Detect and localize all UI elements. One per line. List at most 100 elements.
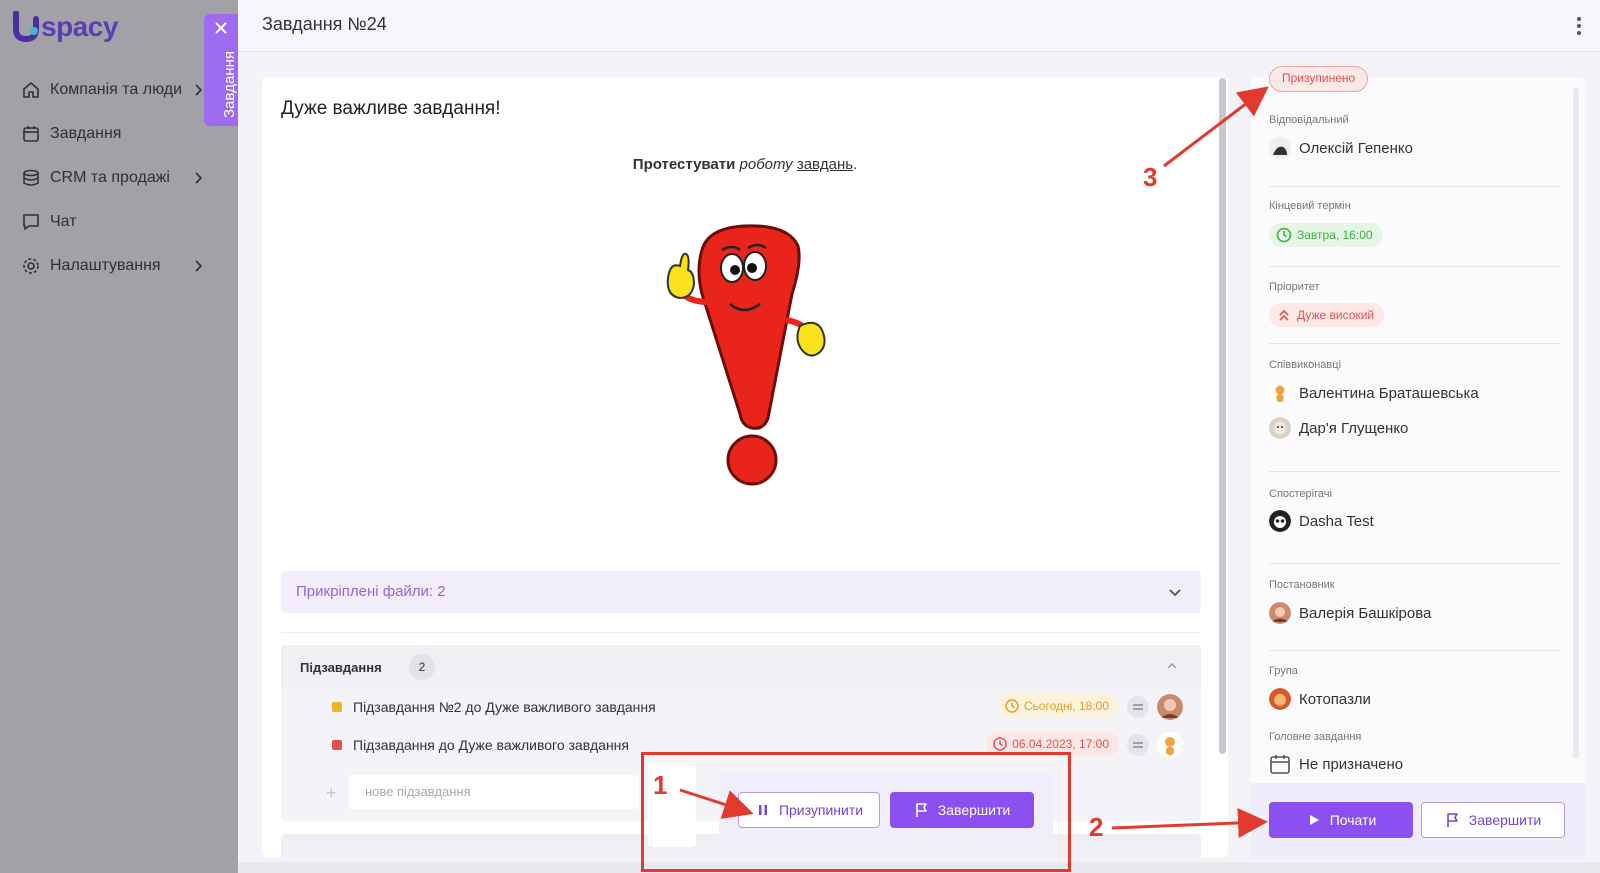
person-name: Dasha Test: [1299, 512, 1374, 530]
person-name: Олексій Гепенко: [1299, 139, 1413, 157]
subtask-due-text: Сьогодні, 18:00: [1023, 699, 1109, 713]
parent-task-item[interactable]: Не призначено: [1269, 752, 1403, 776]
chevron-right-icon: [195, 260, 203, 272]
priority-normal-icon: [1127, 734, 1149, 756]
gear-icon: [20, 255, 42, 277]
sidebar-item-label: CRM та продажі: [50, 169, 170, 186]
details-scrollbar[interactable]: [1573, 88, 1579, 758]
subtasks-label: Підзавдання: [300, 660, 382, 675]
avatar: [1269, 602, 1291, 624]
chevron-up-icon[interactable]: [1165, 659, 1179, 673]
home-icon: [20, 79, 42, 101]
logo-icon: [13, 11, 39, 43]
parent-task-label: Головне завдання: [1269, 731, 1362, 743]
assignee-avatar[interactable]: [1157, 694, 1183, 720]
parent-task-name: Не призначено: [1299, 755, 1404, 773]
sidebar-item-settings[interactable]: Налаштування: [0, 244, 238, 288]
sidebar-item-label: Чат: [50, 213, 77, 230]
start-button[interactable]: Почати: [1269, 802, 1413, 838]
avatar: [1269, 510, 1291, 532]
details-actions-footer: Почати Завершити: [1251, 783, 1585, 859]
sidebar-item-company[interactable]: Компанія та люди: [0, 68, 238, 112]
annotation-number-1: 1: [653, 770, 668, 800]
clock-icon: [1276, 227, 1292, 243]
chat-icon: [20, 211, 42, 233]
priority-text: Дуже високий: [1297, 308, 1375, 322]
sidebar-item-chat[interactable]: Чат: [0, 200, 238, 244]
finish-task-button[interactable]: Завершити: [1421, 802, 1565, 838]
logo-text: spacy: [41, 11, 118, 42]
sidebar-item-label: Компанія та люди: [50, 81, 183, 98]
avatar: [1269, 137, 1291, 159]
side-tab-label: Завдання: [221, 51, 238, 118]
priority-badge[interactable]: Дуже високий: [1269, 303, 1385, 327]
person-name: Дар'я Глущенко: [1299, 419, 1409, 437]
avatar: [1269, 382, 1291, 404]
priority-label: Пріоритет: [1269, 281, 1320, 293]
assignee-avatar[interactable]: [1157, 732, 1183, 758]
divider: [1269, 343, 1561, 344]
tasks-side-tab[interactable]: Завдання: [204, 14, 238, 126]
task-title: Дуже важливе завдання!: [281, 98, 501, 119]
logo[interactable]: spacy: [12, 10, 118, 44]
group-item[interactable]: Котопазли: [1269, 687, 1371, 711]
chevron-down-icon[interactable]: [1167, 584, 1183, 600]
main-scrollbar[interactable]: [1219, 78, 1226, 754]
subtask-due-badge: Сьогодні, 18:00: [997, 694, 1119, 718]
subtask-name[interactable]: Підзавдання №2 до Дуже важливого завданн…: [353, 699, 656, 715]
start-label: Почати: [1329, 812, 1377, 828]
exclamation-mascot-image: [666, 224, 826, 486]
subtask-status-square: [332, 702, 342, 712]
task-card: Дуже важливе завдання! Протестувати робо…: [262, 77, 1228, 857]
coexecutor-person[interactable]: Дар'я Глущенко: [1269, 416, 1408, 440]
responsible-person[interactable]: Олексій Гепенко: [1269, 136, 1413, 160]
responsible-label: Відповідальний: [1269, 114, 1349, 126]
attached-files-accordion[interactable]: Прикріплені файли: 2: [281, 571, 1201, 613]
divider: [1269, 266, 1561, 267]
sidebar-nav: Компанія та люди Завдання CRM та продажі…: [0, 68, 238, 288]
play-icon: [1309, 815, 1319, 825]
page-header: Завдання №24: [238, 0, 1600, 52]
close-icon[interactable]: [213, 20, 229, 36]
database-icon: [20, 167, 42, 189]
desc-italic: роботу: [739, 156, 793, 173]
clock-icon: [993, 737, 1007, 751]
finish-task-label: Завершити: [1468, 812, 1542, 828]
coexecutors-label: Співвиконавці: [1269, 359, 1342, 371]
creator-label: Постановник: [1269, 579, 1335, 591]
deadline-badge[interactable]: Завтра, 16:00: [1269, 223, 1383, 247]
observer-person[interactable]: Dasha Test: [1269, 509, 1374, 533]
clock-icon: [1005, 699, 1019, 713]
desc-underline: завдань: [796, 156, 854, 173]
calendar-icon: [20, 123, 42, 145]
sidebar-item-label: Завдання: [50, 125, 122, 142]
add-subtask-plus-icon[interactable]: +: [326, 783, 337, 804]
sidebar-item-tasks[interactable]: Завдання: [0, 112, 238, 156]
sidebar-item-crm[interactable]: CRM та продажі: [0, 156, 238, 200]
annotation-number-2: 2: [1089, 812, 1104, 842]
priority-normal-icon: [1127, 696, 1149, 718]
desc-end: .: [853, 156, 858, 173]
double-chevron-up-icon: [1279, 309, 1289, 321]
desc-bold: Протестувати: [632, 156, 736, 173]
divider: [1269, 563, 1561, 564]
coexecutor-person[interactable]: Валентина Браташевська: [1269, 381, 1479, 405]
divider: [1269, 471, 1561, 472]
subtask-name[interactable]: Підзавдання до Дуже важливого завдання: [353, 737, 629, 753]
new-subtask-input[interactable]: нове підзавдання: [349, 775, 639, 809]
page-title: Завдання №24: [262, 14, 387, 34]
subtask-row[interactable]: Підзавдання №2 до Дуже важливого завданн…: [281, 689, 1201, 725]
more-vertical-icon[interactable]: [1576, 16, 1582, 36]
subtasks-header[interactable]: Підзавдання 2: [281, 645, 1201, 689]
divider: [281, 632, 1201, 633]
divider: [1269, 186, 1561, 187]
group-label: Група: [1269, 665, 1298, 677]
calendar-icon: [1270, 755, 1290, 774]
task-description: Протестувати роботу завдань.: [262, 156, 1228, 173]
group-name: Котопазли: [1299, 690, 1371, 708]
avatar: [1269, 417, 1291, 439]
annotation-number-3: 3: [1143, 162, 1158, 192]
sidebar: spacy Компанія та люди Завдання CRM та п…: [0, 0, 238, 873]
person-name: Валерія Башкірова: [1299, 604, 1432, 622]
creator-person[interactable]: Валерія Башкірова: [1269, 601, 1431, 625]
